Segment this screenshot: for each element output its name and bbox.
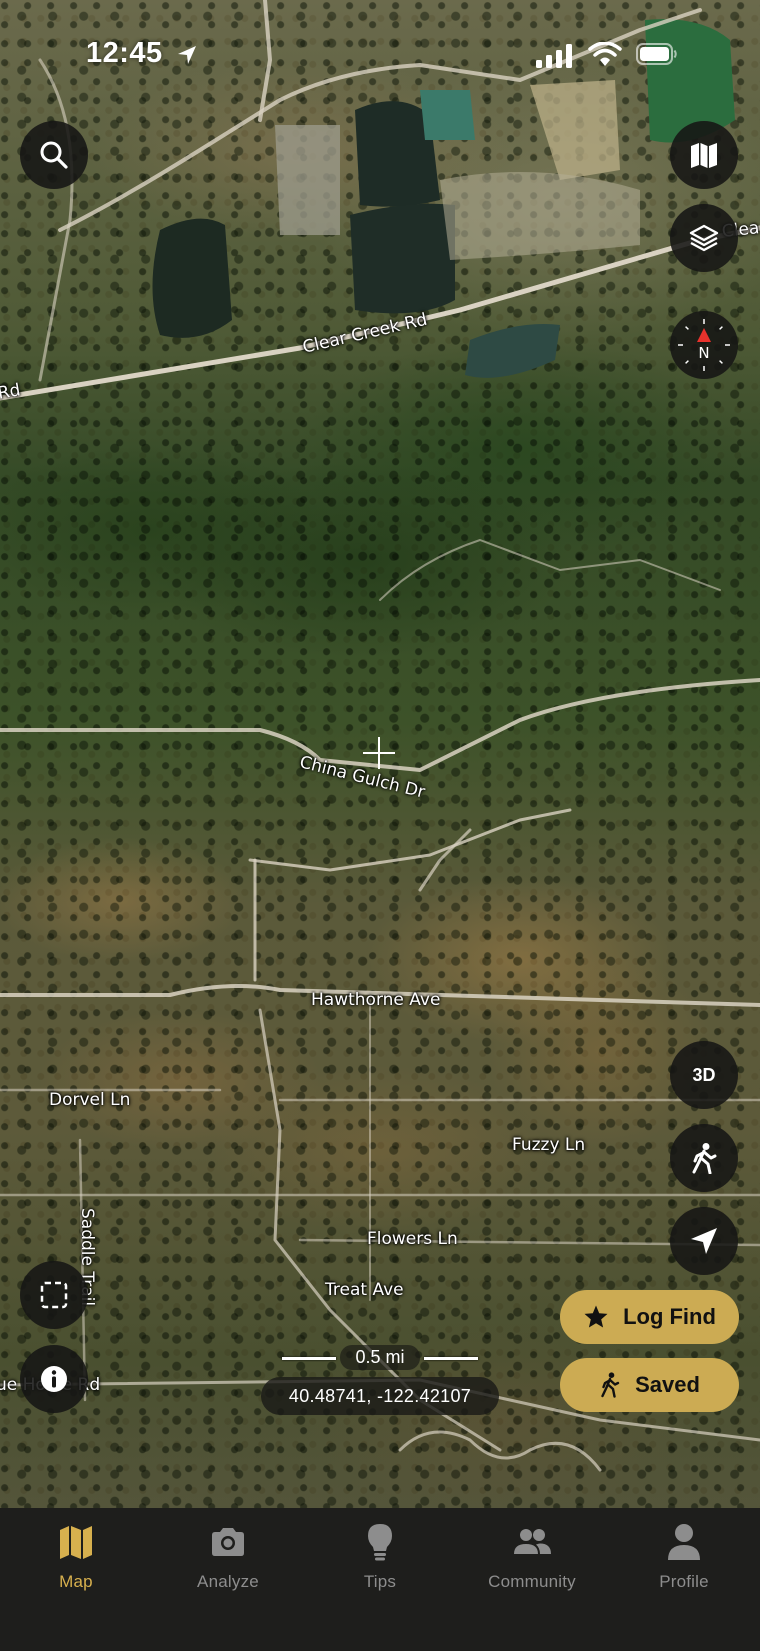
scale-line-right <box>424 1357 478 1360</box>
selection-icon <box>40 1281 68 1309</box>
people-icon <box>514 1529 551 1554</box>
road-label-dorvel: Dorvel Ln <box>49 1090 131 1110</box>
road-label-fuzzy: Fuzzy Ln <box>512 1135 586 1155</box>
map-style-button[interactable] <box>670 121 738 189</box>
coordinates-readout[interactable]: 40.48741, -122.42107 <box>261 1377 499 1415</box>
log-find-button[interactable]: Log Find <box>560 1290 739 1344</box>
location-services-icon <box>178 46 196 64</box>
scale-line-left <box>282 1357 336 1360</box>
log-find-label: Log Find <box>623 1304 716 1329</box>
pond-3 <box>350 203 455 314</box>
tab-analyze[interactable]: Analyze <box>152 1522 304 1592</box>
road-label-hawthorne: Hawthorne Ave <box>311 990 441 1010</box>
battery-icon <box>636 43 677 65</box>
road-label-treat: Treat Ave <box>325 1280 404 1300</box>
info-button[interactable] <box>20 1345 88 1413</box>
saved-button[interactable]: Saved <box>560 1358 739 1412</box>
scale-label: 0.5 mi <box>340 1345 420 1370</box>
quarry-area-2 <box>440 172 640 260</box>
crosshair-icon <box>363 737 395 769</box>
search-icon <box>40 141 68 169</box>
road-label-flowers: Flowers Ln <box>367 1229 458 1249</box>
compass-button[interactable]: N <box>670 311 738 379</box>
tab-analyze-label: Analyze <box>197 1572 259 1591</box>
star-icon <box>584 1305 608 1328</box>
map-icon <box>691 143 717 168</box>
tab-profile-label: Profile <box>659 1572 709 1591</box>
select-area-button[interactable] <box>20 1261 88 1329</box>
status-bar: 12:45 <box>0 0 760 110</box>
tab-tips[interactable]: Tips <box>304 1522 456 1592</box>
tab-tips-label: Tips <box>363 1572 397 1591</box>
tab-bar: Map Analyze Tips Community Profile <box>0 1508 760 1651</box>
3d-toggle-button[interactable]: 3D <box>670 1041 738 1109</box>
wifi-icon <box>588 42 622 66</box>
walk-mode-button[interactable] <box>670 1124 738 1192</box>
tab-profile[interactable]: Profile <box>608 1522 760 1592</box>
tab-map-label: Map <box>59 1572 93 1591</box>
map-scale: 0.5 mi <box>280 1345 480 1371</box>
walking-icon <box>692 1143 717 1174</box>
layers-button[interactable] <box>670 204 738 272</box>
3d-label: 3D <box>692 1064 716 1085</box>
tab-map[interactable]: Map <box>0 1522 152 1592</box>
info-icon <box>41 1366 67 1392</box>
saved-label: Saved <box>635 1372 700 1397</box>
svg-text:N: N <box>698 344 709 362</box>
person-icon <box>668 1524 700 1560</box>
layers-icon <box>689 224 719 252</box>
lightbulb-icon <box>368 1524 392 1561</box>
map-icon <box>60 1526 92 1559</box>
road-label-rd: Rd <box>0 380 23 404</box>
status-time: 12:45 <box>86 37 163 69</box>
walking-icon <box>601 1372 620 1398</box>
tab-community[interactable]: Community <box>456 1522 608 1592</box>
pond-1 <box>152 218 232 338</box>
pond-4 <box>465 324 560 378</box>
facility-area <box>275 125 340 235</box>
camera-icon <box>212 1528 244 1556</box>
compass-icon: N <box>678 319 730 371</box>
location-arrow-icon <box>691 1228 717 1254</box>
locate-me-button[interactable] <box>670 1207 738 1275</box>
cellular-signal-icon <box>536 44 572 68</box>
tab-community-label: Community <box>488 1572 576 1591</box>
search-button[interactable] <box>20 121 88 189</box>
